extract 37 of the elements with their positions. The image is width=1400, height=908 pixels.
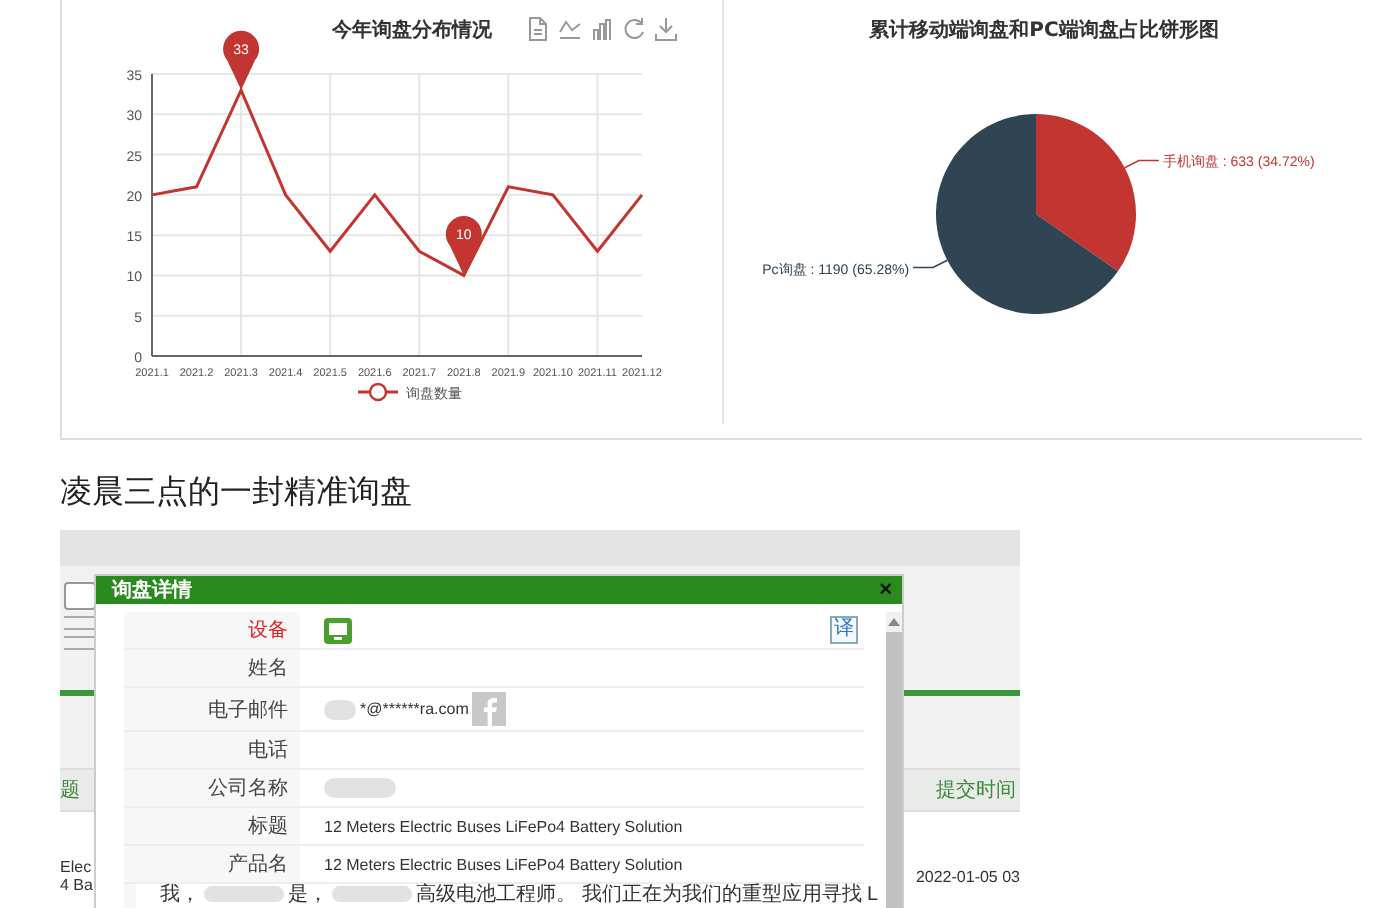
blurred-text: [324, 699, 356, 719]
social-icon[interactable]: [472, 692, 507, 726]
bar-chart-icon[interactable]: [590, 16, 614, 42]
chart-title: 累计移动端询盘和PC端询盘占比饼形图: [869, 20, 1219, 42]
dialog-title: 询盘详情: [112, 576, 192, 604]
field-label: 姓名: [248, 656, 288, 682]
field-value: 12 Meters Electric Buses LiFePo4 Battery Solution: [324, 855, 683, 873]
blurred-text: [324, 778, 396, 798]
field-label: 电话: [248, 737, 288, 764]
field-label: 电子邮件: [208, 697, 288, 723]
document-icon[interactable]: [526, 16, 550, 42]
line-chart-icon[interactable]: [558, 16, 582, 42]
table-cell: 2022-01-05 03: [915, 867, 1020, 885]
section-heading: 凌晨三点的一封精准询盘: [60, 470, 414, 514]
leader-line: [1123, 159, 1160, 169]
column-header: 提交时间: [936, 777, 1018, 804]
refresh-icon[interactable]: [622, 16, 646, 42]
translate-button[interactable]: 译: [830, 616, 858, 644]
table-cell-text: Elec: [60, 858, 93, 876]
field-value: 12 Meters Electric Buses LiFePo4 Battery Solution: [324, 817, 683, 835]
table-cell-text: 4 Ba: [60, 876, 93, 894]
field-label: 设备: [248, 618, 288, 644]
field-value: *@******ra.com: [360, 700, 469, 718]
download-icon[interactable]: [654, 16, 678, 42]
legend-marker: [358, 382, 398, 402]
monitor-icon: [324, 617, 352, 643]
field-label: 产品名: [228, 851, 288, 878]
chart-title: 今年询盘分布情况: [332, 20, 492, 42]
field-label: 公司名称: [208, 776, 288, 802]
field-value: 我， 是， 高级电池工程师。 我们正在为我们的重型应用寻找 L: [160, 884, 879, 908]
close-button[interactable]: ×: [879, 578, 892, 602]
field-label: 标题: [248, 813, 288, 840]
marker-pin: [223, 30, 260, 91]
marker-pin: [445, 216, 482, 276]
checkbox[interactable]: [64, 582, 96, 610]
column-header: 题: [60, 778, 82, 804]
leader-line: [912, 259, 949, 269]
